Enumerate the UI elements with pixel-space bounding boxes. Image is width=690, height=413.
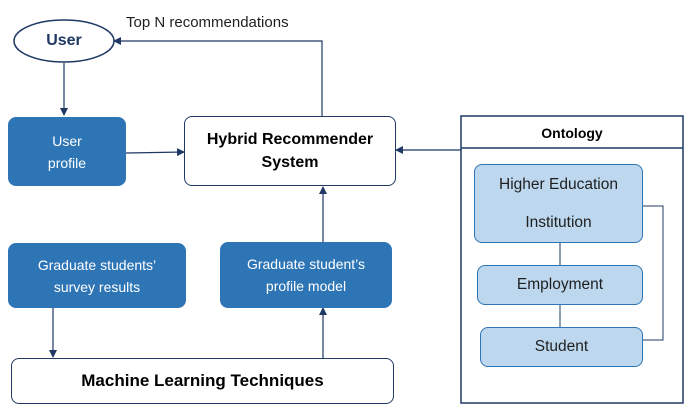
user-profile-box: User profile	[8, 117, 126, 186]
hybrid-recommender-box: Hybrid Recommender System	[184, 116, 396, 186]
machine-learning-box: Machine Learning Techniques	[11, 358, 394, 404]
student-box: Student	[480, 327, 643, 367]
arrow-hybrid-to-user	[113, 37, 323, 116]
arrow-profile-to-hybrid	[125, 148, 185, 157]
ontology-title: Ontology	[541, 124, 603, 141]
higher-education-institution-box: Higher Education Institution	[474, 164, 643, 243]
user-node: User	[46, 32, 82, 49]
link-hei-student	[643, 205, 664, 341]
employment-box: Employment	[477, 265, 643, 305]
top-n-label: Top N recommendations	[126, 14, 289, 31]
profile-model-box: Graduate student’s profile model	[220, 242, 392, 308]
survey-results-box: Graduate students’ survey results	[8, 243, 186, 308]
